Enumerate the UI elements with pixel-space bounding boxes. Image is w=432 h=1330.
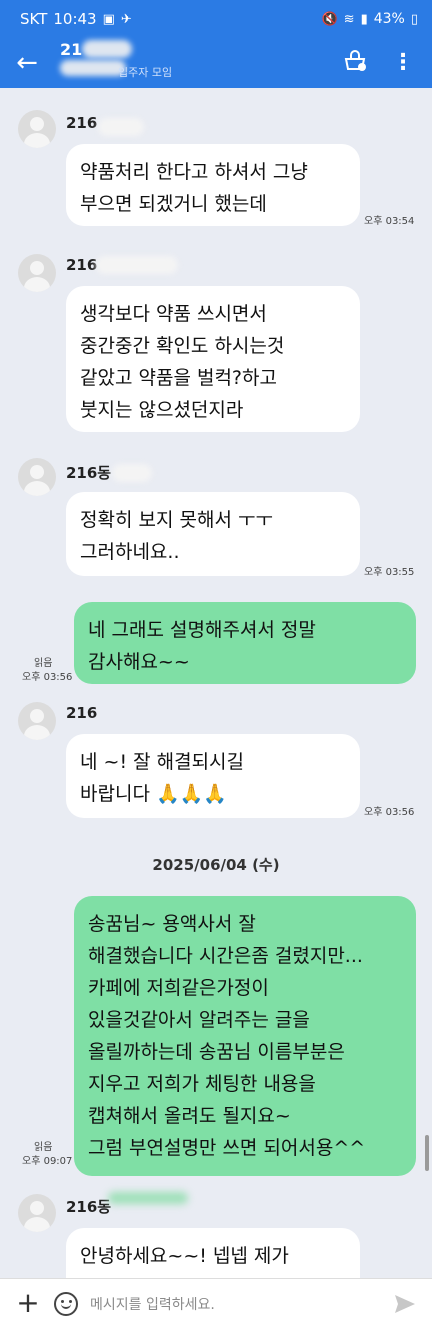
- my-message-bubble[interactable]: 송꿈님~ 용액사서 잘 해결했습니다 시간은좀 걸렸지만... 카페에 저희같은…: [74, 896, 416, 1176]
- signal-icon: ▮: [360, 11, 368, 27]
- redaction-patch: [108, 1192, 188, 1204]
- emoji-icon[interactable]: [54, 1292, 78, 1316]
- message-bubble[interactable]: 네 ~! 잘 해결되시길 바랍니다 🙏🙏🙏: [66, 734, 360, 818]
- more-menu-icon[interactable]: ⋮: [388, 48, 418, 78]
- chat-room-title: 21: [60, 40, 83, 59]
- send-icon[interactable]: [392, 1291, 418, 1317]
- notification-icon: ✈: [120, 11, 132, 27]
- battery-icon: ▯: [410, 11, 418, 27]
- message-bubble[interactable]: 안녕하세요~~! 넵넵 제가 저도 대리해: [66, 1228, 360, 1278]
- chat-header: ← 21 입주자 모임 ⋮: [0, 38, 432, 88]
- scrollbar-thumb[interactable]: [425, 1135, 429, 1171]
- read-receipt: 읽음: [34, 658, 53, 669]
- sender-name: 216동: [66, 1198, 112, 1216]
- message-time: 오후 09:07: [22, 1156, 73, 1167]
- bag-icon: [344, 50, 366, 71]
- wifi-icon: ≋: [343, 11, 355, 27]
- my-message-bubble[interactable]: 네 그래도 설명해주셔서 정말 감사해요~~: [74, 602, 416, 684]
- sender-name: 216: [66, 704, 98, 722]
- carrier-label: SKT: [20, 10, 48, 28]
- message-time: 오후 03:54: [364, 216, 415, 227]
- mute-icon: 🔇: [321, 11, 338, 27]
- sender-name: 216동: [66, 464, 112, 482]
- sender-name: 216: [66, 114, 98, 132]
- battery-level: 43%: [373, 11, 405, 27]
- message-bubble[interactable]: 정확히 보지 못해서 ㅜㅜ 그러하네요..: [66, 492, 360, 576]
- redaction-patch: [82, 40, 132, 58]
- message-input-bar: +: [0, 1278, 432, 1330]
- avatar[interactable]: [18, 1194, 56, 1232]
- clock: 10:43: [53, 10, 97, 28]
- gallery-icon: ▣: [102, 11, 115, 27]
- plus-icon[interactable]: +: [14, 1289, 42, 1317]
- avatar[interactable]: [18, 254, 56, 292]
- chat-bag-icon[interactable]: [340, 48, 370, 78]
- redaction-patch: [96, 256, 178, 274]
- chat-area[interactable]: 216 약품처리 한다고 하셔서 그냥 부으면 되겠거니 했는데 오후 03:5…: [0, 88, 432, 1278]
- status-bar: SKT 10:43 ▣ ✈ 🔇 ≋ ▮ 43% ▯: [0, 0, 432, 38]
- message-time: 오후 03:55: [364, 567, 415, 578]
- message-time: 오후 03:56: [22, 672, 73, 683]
- sender-name: 216: [66, 256, 98, 274]
- redaction-patch: [60, 60, 126, 76]
- redaction-patch: [112, 464, 152, 482]
- chat-room-subtitle: 입주자 모임: [118, 66, 173, 79]
- redaction-patch: [98, 118, 144, 136]
- message-input[interactable]: [88, 1291, 382, 1319]
- read-receipt: 읽음: [34, 1142, 53, 1153]
- message-bubble[interactable]: 생각보다 약품 쓰시면서 중간중간 확인도 하시는것 같았고 약품을 벌컥?하고…: [66, 286, 360, 432]
- avatar[interactable]: [18, 458, 56, 496]
- avatar[interactable]: [18, 702, 56, 740]
- message-bubble[interactable]: 약품처리 한다고 하셔서 그냥 부으면 되겠거니 했는데: [66, 144, 360, 226]
- message-time: 오후 03:56: [364, 807, 415, 818]
- back-arrow-icon[interactable]: ←: [12, 48, 42, 78]
- avatar[interactable]: [18, 110, 56, 148]
- date-separator: 2025/06/04 (수): [152, 856, 280, 874]
